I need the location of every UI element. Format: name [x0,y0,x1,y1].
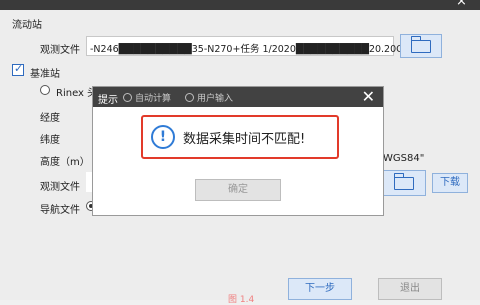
latitude-label: 纬度 [40,135,60,146]
rover-browse-button[interactable] [400,34,442,58]
exit-button[interactable]: 退出 [378,278,442,300]
dialog-title: 提示 [98,95,118,106]
rinex-radio[interactable] [40,85,50,95]
window-close-icon[interactable]: × [456,0,470,9]
window-top-bar: × [0,0,480,10]
dialog-title-bar: 提示 自动计算 用户输入 ✕ [93,87,383,107]
rover-section-title: 流动站 [12,20,42,31]
longitude-label: 经度 [40,113,60,124]
figure-caption: 图 1.4 [228,295,255,305]
coord-system-value: WGS84" [383,153,425,164]
alert-dialog: 提示 自动计算 用户输入 ✕ ! 数据采集时间不匹配! 确定 [92,86,384,216]
rover-obs-field[interactable]: -N246██████████35-N270+任务 1/2020████████… [86,36,404,56]
ghost-radio-auto [123,93,132,102]
ghost-manual-label: 用户输入 [197,94,234,104]
rover-obs-value: -N246██████████35-N270+任务 1/2020████████… [90,44,404,55]
folder-icon [393,173,414,190]
info-icon: ! [151,125,175,149]
dialog-close-icon[interactable]: ✕ [362,88,375,106]
download-button[interactable]: 下载 [432,173,468,193]
folder-icon [410,36,431,53]
base-browse-button[interactable] [382,170,426,196]
next-button[interactable]: 下一步 [288,278,352,300]
base-section-title: 基准站 [30,69,60,80]
height-label: 高度（m） [40,157,90,168]
nav-file-label: 导航文件 [40,205,80,216]
base-station-checkbox[interactable] [12,62,24,76]
alert-message-box: ! 数据采集时间不匹配! [141,115,339,159]
rover-obs-label: 观测文件 [40,45,80,56]
ok-button[interactable]: 确定 [195,179,281,201]
ghost-auto-label: 自动计算 [135,94,172,104]
rinex-label: Rinex 头 [56,88,98,99]
alert-message: 数据采集时间不匹配! [183,132,306,147]
ghost-radio-manual [185,93,194,102]
base-obs-label: 观测文件 [40,182,80,193]
